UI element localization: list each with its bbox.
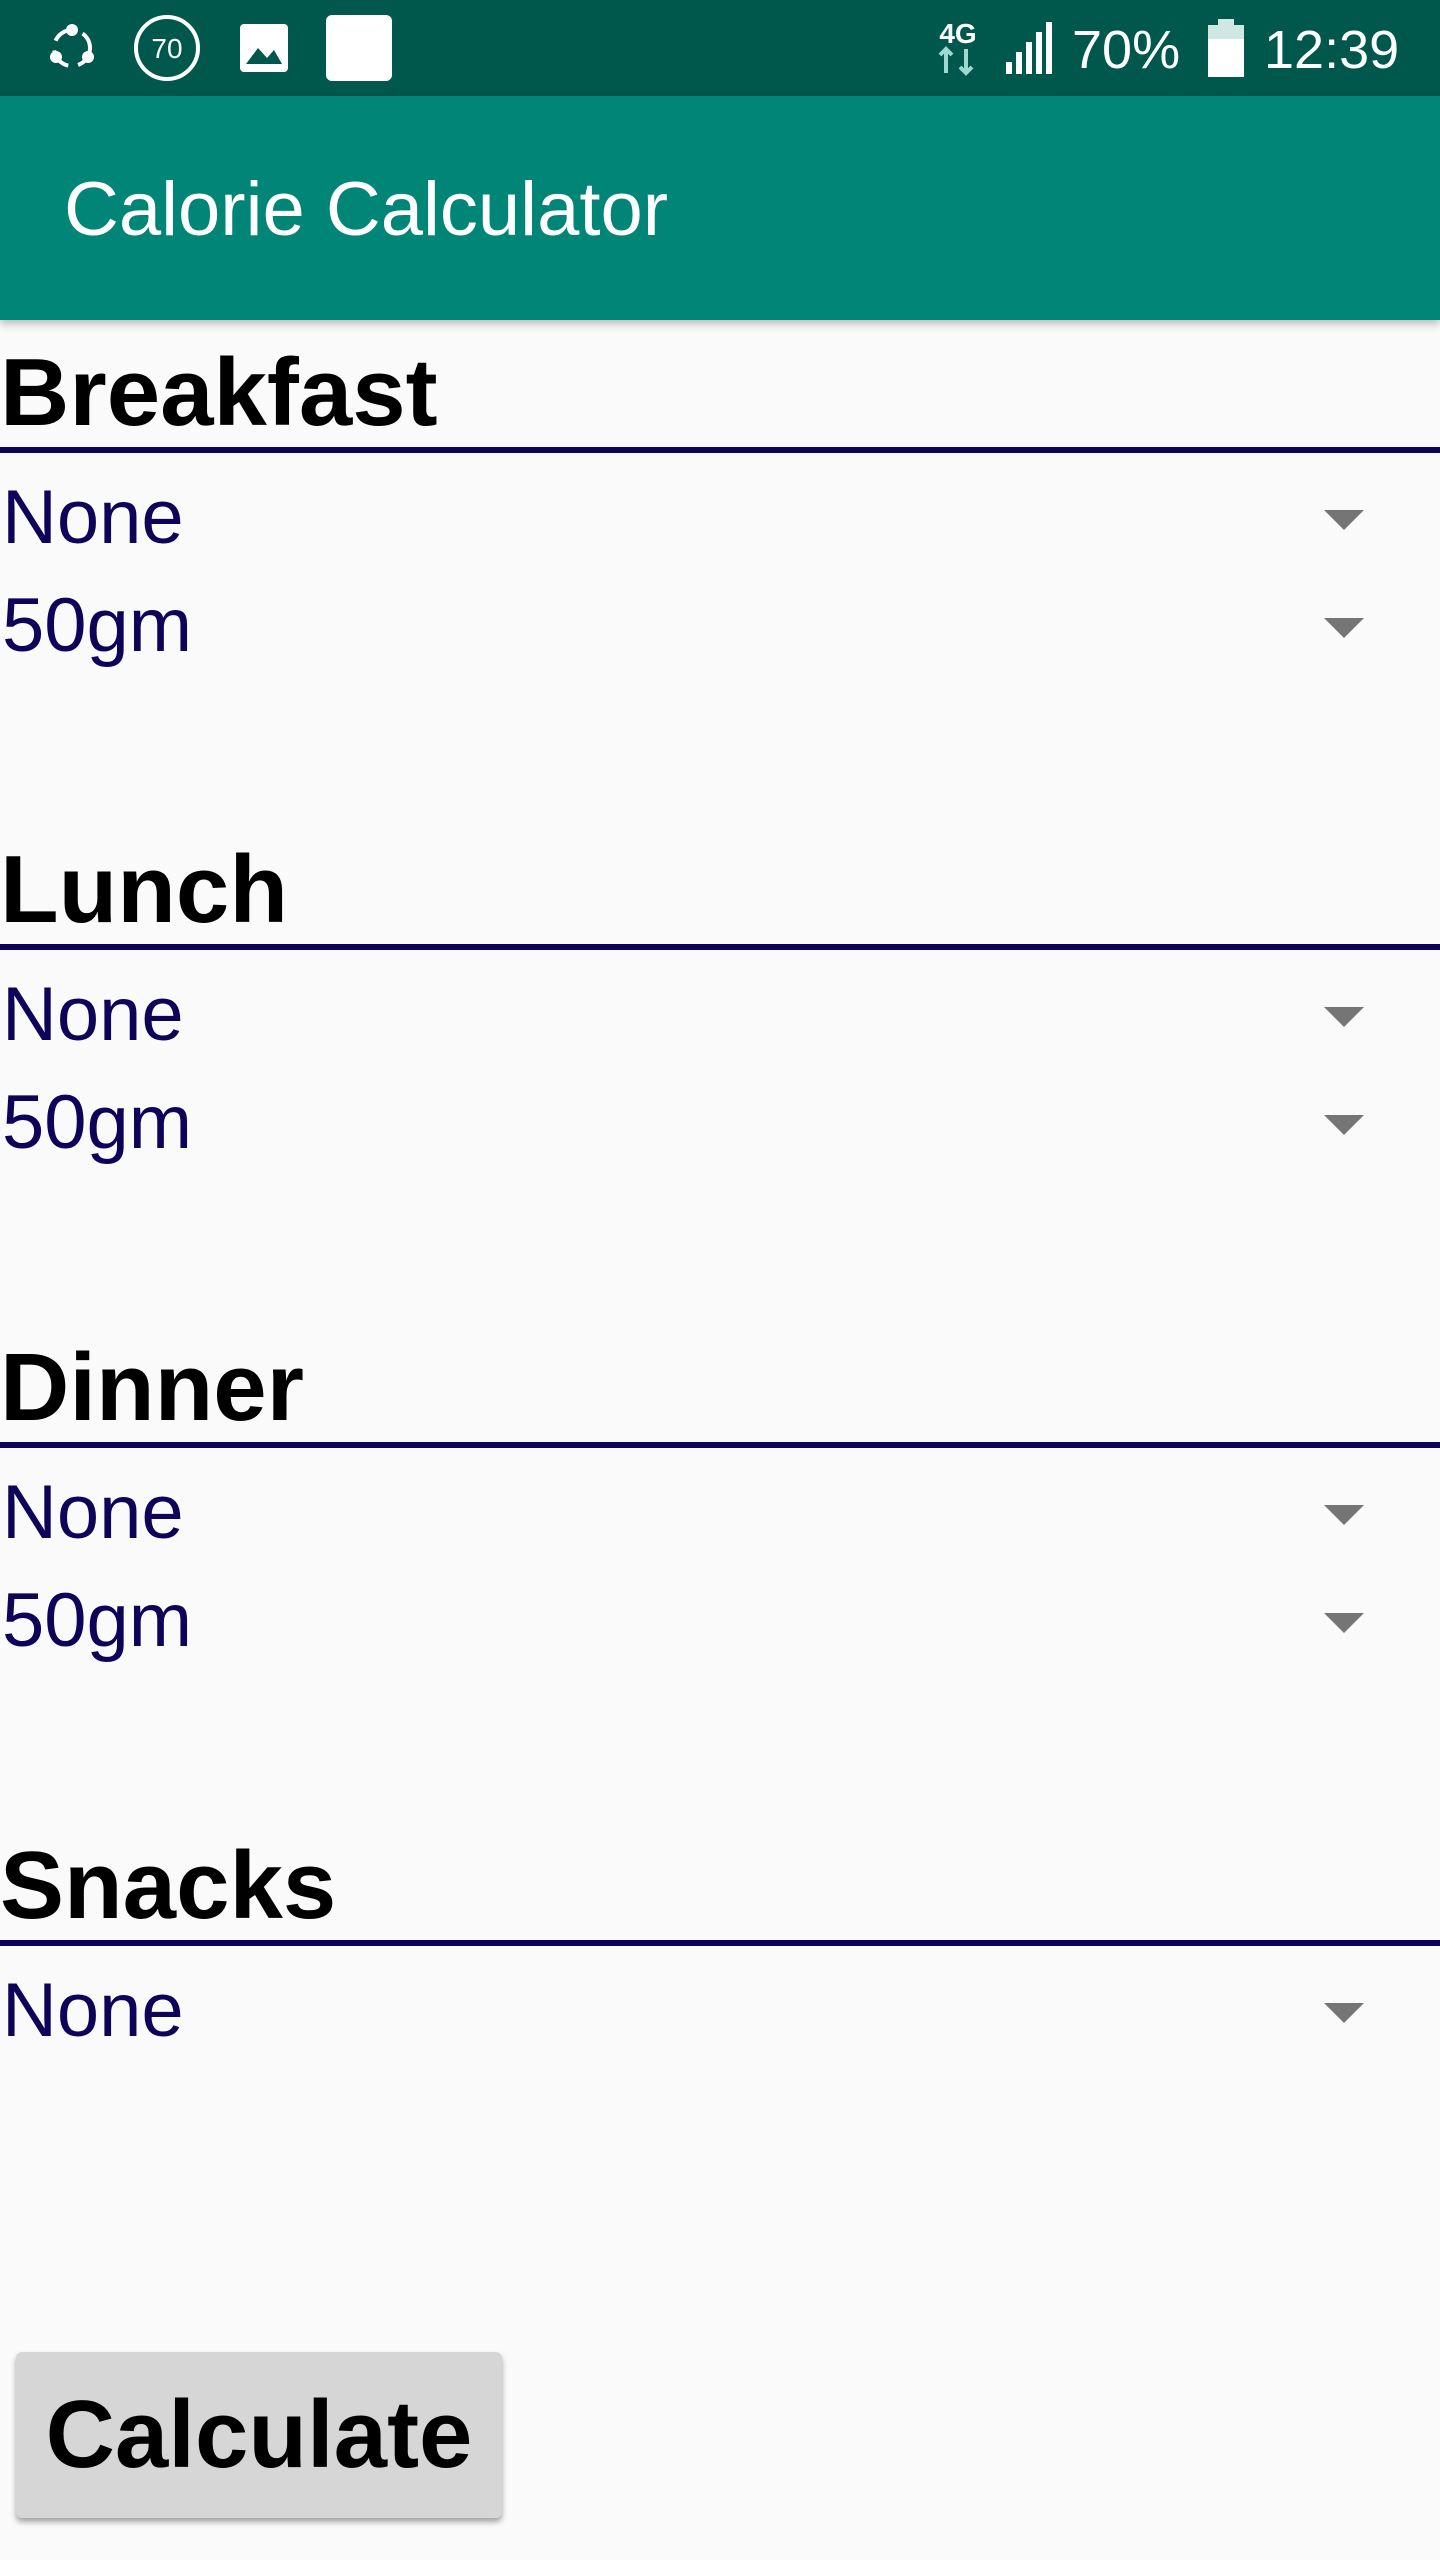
section-heading: Lunch — [0, 836, 288, 943]
dinner-food-spinner[interactable]: None — [0, 1459, 1440, 1567]
app-title: Calorie Calculator — [64, 167, 669, 252]
section-divider — [0, 1442, 1440, 1448]
battery-percent: 70% — [1072, 20, 1181, 80]
blank-notification-icon — [322, 0, 396, 96]
breakfast-food-spinner[interactable]: None — [0, 464, 1440, 572]
section-divider — [0, 944, 1440, 950]
spinner-selected-value: 50gm — [2, 1578, 193, 1663]
spinner-selected-value: None — [2, 1968, 184, 2053]
badge-70-icon: 70 — [130, 0, 204, 96]
section-heading: Breakfast — [0, 339, 438, 446]
snacks-food-spinner[interactable]: None — [0, 1957, 1440, 2065]
section-divider — [0, 447, 1440, 453]
network-type-text: 4G — [939, 18, 976, 49]
dropdown-arrow-icon — [1324, 1505, 1364, 1525]
dropdown-arrow-icon — [1324, 1115, 1364, 1135]
dropdown-arrow-icon — [1324, 1007, 1364, 1027]
dropdown-arrow-icon — [1324, 2003, 1364, 2023]
breakfast-quantity-spinner[interactable]: 50gm — [0, 572, 1440, 680]
battery-icon — [1204, 0, 1248, 96]
spinner-selected-value: None — [2, 972, 184, 1057]
lunch-food-spinner[interactable]: None — [0, 961, 1440, 1069]
section-heading: Snacks — [0, 1832, 337, 1939]
dinner-quantity-spinner[interactable]: 50gm — [0, 1567, 1440, 1675]
spinner-selected-value: 50gm — [2, 583, 193, 668]
dropdown-arrow-icon — [1324, 1613, 1364, 1633]
dropdown-arrow-icon — [1324, 510, 1364, 530]
section-heading: Dinner — [0, 1334, 305, 1441]
status-bar: 70 4G 70% 12:39 — [0, 0, 1440, 96]
dropdown-arrow-icon — [1324, 618, 1364, 638]
spinner-selected-value: 50gm — [2, 1080, 193, 1165]
spinner-selected-value: None — [2, 1470, 184, 1555]
lunch-quantity-spinner[interactable]: 50gm — [0, 1069, 1440, 1177]
section-divider — [0, 1940, 1440, 1946]
spinner-selected-value: None — [2, 475, 184, 560]
clock: 12:39 — [1264, 20, 1400, 80]
network-4g-icon: 4G — [930, 0, 986, 96]
signal-icon — [1000, 0, 1060, 96]
calculate-button[interactable]: Calculate — [16, 2352, 502, 2518]
shareit-icon — [40, 0, 104, 96]
app-bar: Calorie Calculator — [0, 96, 1440, 320]
badge-text: 70 — [151, 33, 182, 64]
image-icon — [232, 0, 296, 96]
